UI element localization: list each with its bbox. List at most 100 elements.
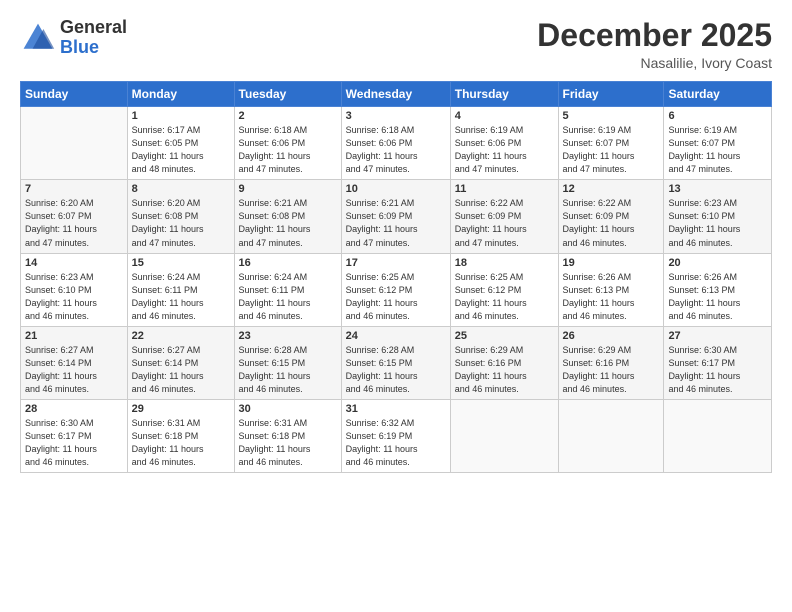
calendar-week-4: 21 Sunrise: 6:27 AMSunset: 6:14 PMDayligh… — [21, 326, 772, 399]
calendar-cell: 3 Sunrise: 6:18 AMSunset: 6:06 PMDaylight… — [341, 107, 450, 180]
day-info: Sunrise: 6:26 AMSunset: 6:13 PMDaylight:… — [668, 271, 767, 323]
calendar-header-row: SundayMondayTuesdayWednesdayThursdayFrid… — [21, 82, 772, 107]
day-info: Sunrise: 6:24 AMSunset: 6:11 PMDaylight:… — [132, 271, 230, 323]
calendar-cell — [21, 107, 128, 180]
day-number: 26 — [563, 330, 660, 342]
day-info: Sunrise: 6:19 AMSunset: 6:07 PMDaylight:… — [563, 124, 660, 176]
logo-general-text: General — [60, 18, 127, 38]
calendar-cell: 31Sunrise: 6:32 AMSunset: 6:19 PMDayligh… — [341, 399, 450, 472]
calendar-location: Nasalilie, Ivory Coast — [537, 55, 772, 71]
day-info: Sunrise: 6:30 AMSunset: 6:17 PMDaylight:… — [25, 417, 123, 469]
calendar-cell: 11 Sunrise: 6:22 AMSunset: 6:09 PMDayligh… — [450, 180, 558, 253]
day-info: Sunrise: 6:31 AMSunset: 6:18 PMDaylight:… — [239, 417, 337, 469]
day-info: Sunrise: 6:19 AMSunset: 6:07 PMDaylight:… — [668, 124, 767, 176]
calendar-cell: 13 Sunrise: 6:23 AMSunset: 6:10 PMDayligh… — [664, 180, 772, 253]
calendar-week-2: 7Sunrise: 6:20 AMSunset: 6:07 PMDaylight… — [21, 180, 772, 253]
day-info: Sunrise: 6:29 AMSunset: 6:16 PMDaylight:… — [563, 344, 660, 396]
day-info: Sunrise: 6:25 AMSunset: 6:12 PMDaylight:… — [346, 271, 446, 323]
day-info: Sunrise: 6:23 AMSunset: 6:10 PMDaylight:… — [25, 271, 123, 323]
day-number: 10 — [346, 183, 446, 195]
calendar-cell: 24Sunrise: 6:28 AMSunset: 6:15 PMDayligh… — [341, 326, 450, 399]
day-info: Sunrise: 6:28 AMSunset: 6:15 PMDaylight:… — [239, 344, 337, 396]
calendar-title: December 2025 — [537, 18, 772, 53]
calendar-cell: 5Sunrise: 6:19 AMSunset: 6:07 PMDaylight… — [558, 107, 664, 180]
day-info: Sunrise: 6:30 AMSunset: 6:17 PMDaylight:… — [668, 344, 767, 396]
calendar-cell: 16 Sunrise: 6:24 AMSunset: 6:11 PMDayligh… — [234, 253, 341, 326]
day-info: Sunrise: 6:20 AMSunset: 6:08 PMDaylight:… — [132, 197, 230, 249]
col-header-sunday: Sunday — [21, 82, 128, 107]
calendar-cell: 23 Sunrise: 6:28 AMSunset: 6:15 PMDayligh… — [234, 326, 341, 399]
day-number: 3 — [346, 110, 446, 122]
calendar-cell — [558, 399, 664, 472]
calendar-cell: 17 Sunrise: 6:25 AMSunset: 6:12 PMDayligh… — [341, 253, 450, 326]
logo-blue-text: Blue — [60, 38, 127, 58]
day-number: 22 — [132, 330, 230, 342]
day-number: 30 — [239, 403, 337, 415]
day-number: 27 — [668, 330, 767, 342]
day-number: 7 — [25, 183, 123, 195]
logo-icon — [20, 20, 56, 56]
calendar-cell: 8 Sunrise: 6:20 AMSunset: 6:08 PMDaylight… — [127, 180, 234, 253]
day-info: Sunrise: 6:17 AMSunset: 6:05 PMDaylight:… — [132, 124, 230, 176]
calendar-cell: 1Sunrise: 6:17 AMSunset: 6:05 PMDaylight… — [127, 107, 234, 180]
day-number: 8 — [132, 183, 230, 195]
day-info: Sunrise: 6:25 AMSunset: 6:12 PMDaylight:… — [455, 271, 554, 323]
page: General Blue December 2025 Nasalilie, Iv… — [0, 0, 792, 612]
day-number: 17 — [346, 257, 446, 269]
col-header-wednesday: Wednesday — [341, 82, 450, 107]
calendar-week-1: 1Sunrise: 6:17 AMSunset: 6:05 PMDaylight… — [21, 107, 772, 180]
col-header-saturday: Saturday — [664, 82, 772, 107]
day-info: Sunrise: 6:24 AMSunset: 6:11 PMDaylight:… — [239, 271, 337, 323]
calendar-cell: 30 Sunrise: 6:31 AMSunset: 6:18 PMDayligh… — [234, 399, 341, 472]
calendar-cell: 26 Sunrise: 6:29 AMSunset: 6:16 PMDayligh… — [558, 326, 664, 399]
day-info: Sunrise: 6:26 AMSunset: 6:13 PMDaylight:… — [563, 271, 660, 323]
calendar-table: SundayMondayTuesdayWednesdayThursdayFrid… — [20, 81, 772, 473]
day-info: Sunrise: 6:22 AMSunset: 6:09 PMDaylight:… — [455, 197, 554, 249]
day-info: Sunrise: 6:32 AMSunset: 6:19 PMDaylight:… — [346, 417, 446, 469]
day-number: 6 — [668, 110, 767, 122]
day-number: 16 — [239, 257, 337, 269]
day-info: Sunrise: 6:29 AMSunset: 6:16 PMDaylight:… — [455, 344, 554, 396]
calendar-cell: 25 Sunrise: 6:29 AMSunset: 6:16 PMDayligh… — [450, 326, 558, 399]
day-info: Sunrise: 6:23 AMSunset: 6:10 PMDaylight:… — [668, 197, 767, 249]
day-number: 25 — [455, 330, 554, 342]
calendar-week-5: 28 Sunrise: 6:30 AMSunset: 6:17 PMDayligh… — [21, 399, 772, 472]
calendar-cell: 4Sunrise: 6:19 AMSunset: 6:06 PMDaylight… — [450, 107, 558, 180]
day-number: 21 — [25, 330, 123, 342]
calendar-cell — [664, 399, 772, 472]
logo-text: General Blue — [60, 18, 127, 58]
day-info: Sunrise: 6:27 AMSunset: 6:14 PMDaylight:… — [132, 344, 230, 396]
day-number: 19 — [563, 257, 660, 269]
day-number: 28 — [25, 403, 123, 415]
day-number: 23 — [239, 330, 337, 342]
calendar-cell: 7Sunrise: 6:20 AMSunset: 6:07 PMDaylight… — [21, 180, 128, 253]
logo: General Blue — [20, 18, 127, 58]
day-info: Sunrise: 6:27 AMSunset: 6:14 PMDaylight:… — [25, 344, 123, 396]
day-number: 14 — [25, 257, 123, 269]
day-info: Sunrise: 6:28 AMSunset: 6:15 PMDaylight:… — [346, 344, 446, 396]
day-number: 29 — [132, 403, 230, 415]
day-number: 15 — [132, 257, 230, 269]
day-number: 12 — [563, 183, 660, 195]
day-info: Sunrise: 6:18 AMSunset: 6:06 PMDaylight:… — [239, 124, 337, 176]
day-number: 9 — [239, 183, 337, 195]
day-info: Sunrise: 6:18 AMSunset: 6:06 PMDaylight:… — [346, 124, 446, 176]
day-number: 18 — [455, 257, 554, 269]
calendar-cell: 9Sunrise: 6:21 AMSunset: 6:08 PMDaylight… — [234, 180, 341, 253]
calendar-cell — [450, 399, 558, 472]
col-header-thursday: Thursday — [450, 82, 558, 107]
day-info: Sunrise: 6:31 AMSunset: 6:18 PMDaylight:… — [132, 417, 230, 469]
day-info: Sunrise: 6:21 AMSunset: 6:09 PMDaylight:… — [346, 197, 446, 249]
day-info: Sunrise: 6:22 AMSunset: 6:09 PMDaylight:… — [563, 197, 660, 249]
title-block: December 2025 Nasalilie, Ivory Coast — [537, 18, 772, 71]
col-header-friday: Friday — [558, 82, 664, 107]
calendar-cell: 2Sunrise: 6:18 AMSunset: 6:06 PMDaylight… — [234, 107, 341, 180]
day-number: 13 — [668, 183, 767, 195]
day-number: 4 — [455, 110, 554, 122]
col-header-monday: Monday — [127, 82, 234, 107]
calendar-cell: 6 Sunrise: 6:19 AMSunset: 6:07 PMDaylight… — [664, 107, 772, 180]
calendar-cell: 14 Sunrise: 6:23 AMSunset: 6:10 PMDayligh… — [21, 253, 128, 326]
calendar-cell: 28 Sunrise: 6:30 AMSunset: 6:17 PMDayligh… — [21, 399, 128, 472]
calendar-cell: 22 Sunrise: 6:27 AMSunset: 6:14 PMDayligh… — [127, 326, 234, 399]
day-number: 11 — [455, 183, 554, 195]
